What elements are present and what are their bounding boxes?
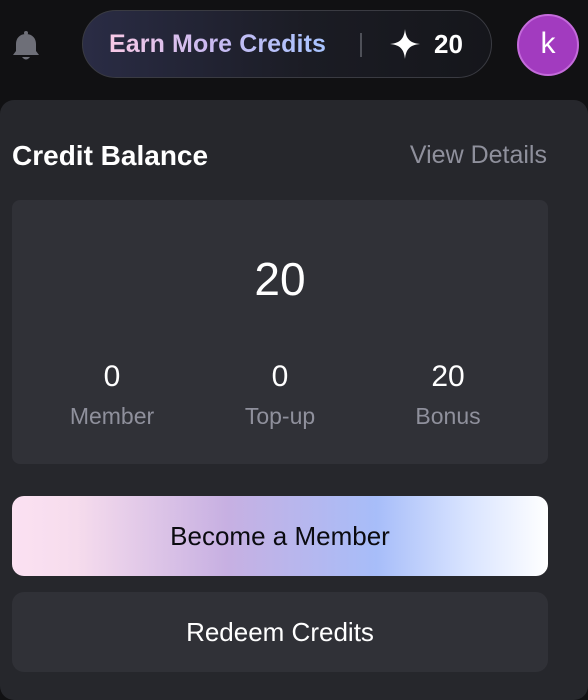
balance-total: 20 — [254, 253, 306, 305]
balance-card: 20 0 Member 0 Top-up 20 Bonus — [12, 200, 548, 464]
stat-member: 0 Member — [22, 360, 202, 430]
stat-value: 0 — [103, 360, 121, 393]
credit-balance-panel: Credit Balance View Details 20 0 Member … — [0, 100, 588, 700]
credit-count: 20 — [434, 29, 463, 59]
stat-topup: 0 Top-up — [190, 360, 370, 430]
bell-icon — [13, 31, 39, 60]
sparkle-icon — [390, 29, 420, 59]
panel-title: Credit Balance — [12, 140, 209, 171]
stat-value: 20 — [431, 360, 465, 393]
stat-label: Bonus — [415, 403, 481, 429]
top-bar: Earn More Credits 20 k — [0, 0, 588, 92]
become-member-button[interactable]: Become a Member — [12, 496, 548, 576]
pill-divider — [360, 33, 362, 57]
notification-button[interactable] — [8, 27, 44, 67]
stat-label: Top-up — [244, 403, 316, 429]
credits-pill[interactable]: Earn More Credits 20 — [82, 10, 492, 78]
view-details-link[interactable]: View Details — [410, 141, 547, 170]
stat-value: 0 — [271, 360, 289, 393]
redeem-credits-button[interactable]: Redeem Credits — [12, 592, 548, 672]
avatar[interactable]: k — [517, 14, 579, 76]
stat-label: Member — [69, 403, 155, 429]
earn-more-credits-link[interactable]: Earn More Credits — [109, 11, 326, 77]
stat-bonus: 20 Bonus — [358, 360, 538, 430]
